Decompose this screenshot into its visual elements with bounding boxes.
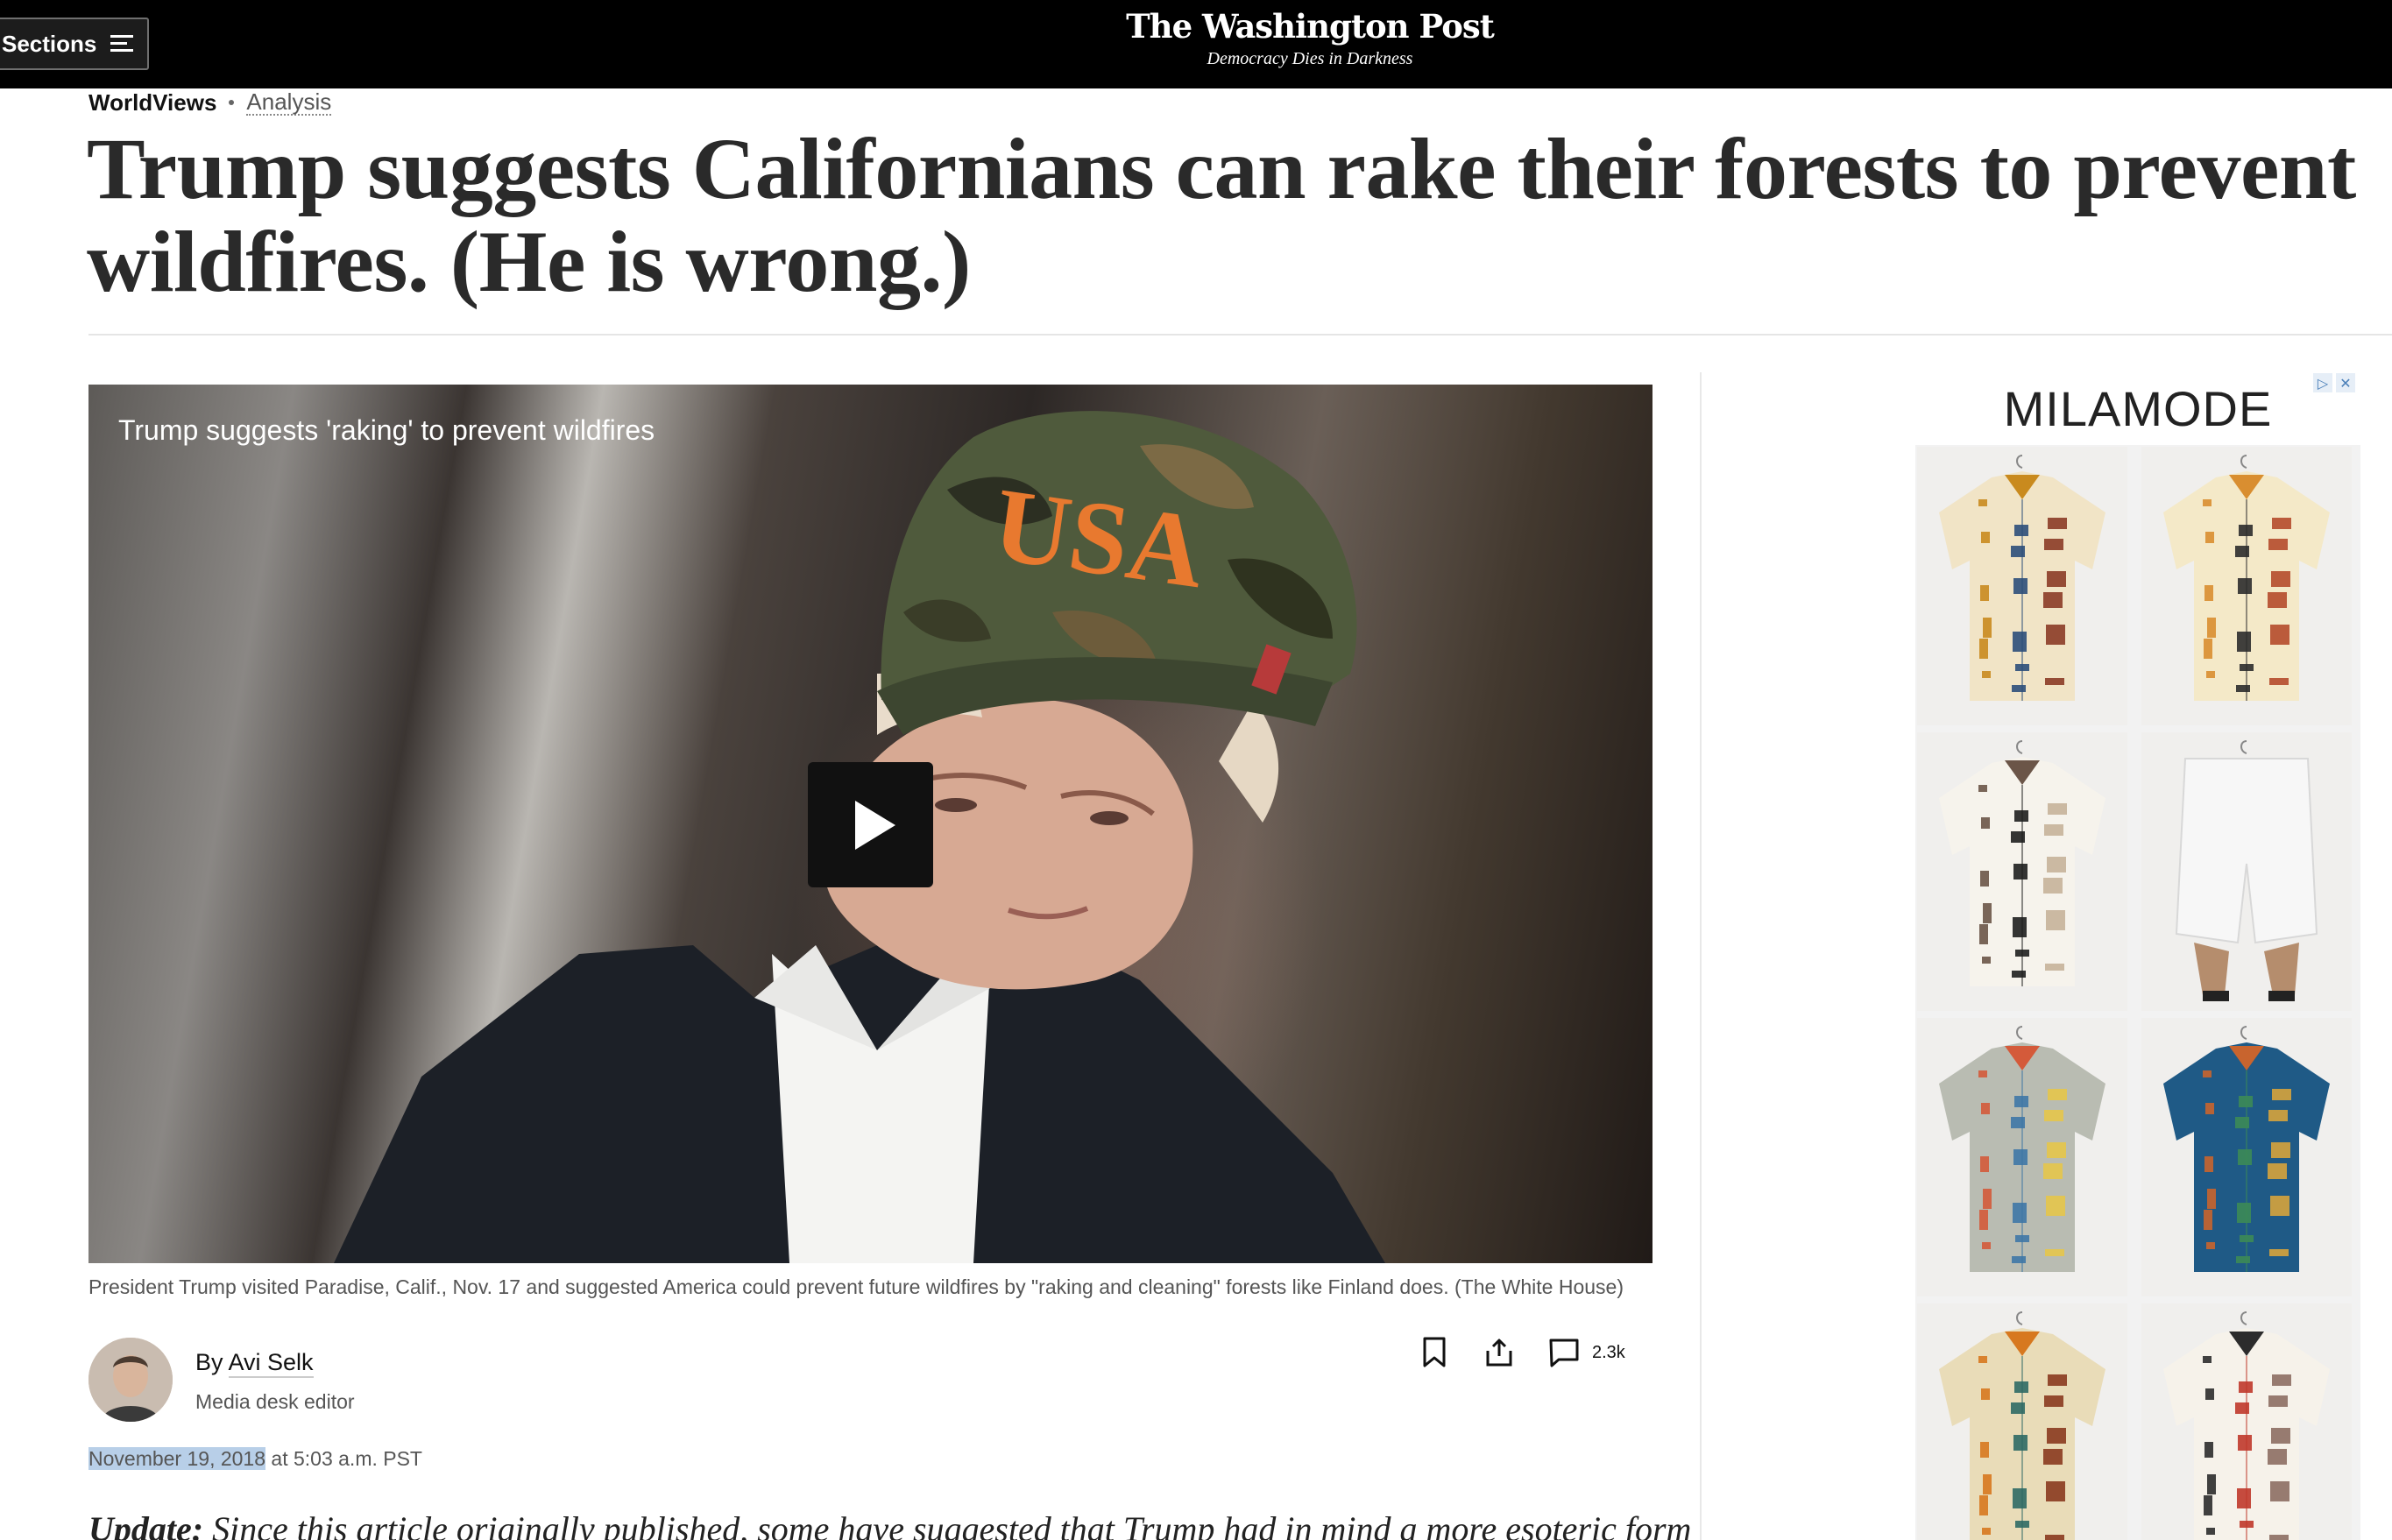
- ad-header: MILAMODE ▷ ✕: [1915, 371, 2360, 445]
- publish-date: November 19, 2018: [88, 1447, 266, 1470]
- masthead-title: The Washington Post: [1126, 7, 1495, 46]
- article-headline: Trump suggests Californians can rake the…: [87, 120, 2356, 310]
- author-name-link[interactable]: Avi Selk: [228, 1349, 314, 1378]
- comment-count[interactable]: 2.3k: [1592, 1343, 1625, 1363]
- kicker-separator-dot: [229, 100, 235, 105]
- top-navigation-bar: Sections The Washington Post Democracy D…: [0, 0, 2392, 88]
- ad-tile-shirt-stripe[interactable]: [1917, 732, 2127, 1011]
- ad-tile-shirt-fish[interactable]: [1917, 1018, 2127, 1296]
- product-image: [2163, 455, 2330, 701]
- kicker-section-link[interactable]: WorldViews: [88, 89, 216, 117]
- bookmark-button[interactable]: [1415, 1333, 1454, 1372]
- ad-tile-shirt-retro[interactable]: [1917, 1303, 2127, 1540]
- publish-dateline: November 19, 2018 at 5:03 a.m. PST: [88, 1447, 422, 1471]
- ad-choices: ▷ ✕: [2313, 373, 2355, 392]
- video-player[interactable]: USA Trump suggests 'raking' to prevent w…: [88, 385, 1652, 1263]
- product-image: [1939, 740, 2105, 986]
- article-actions: 2.3k: [1415, 1333, 1625, 1372]
- product-image: [1939, 1311, 2105, 1540]
- sections-label: Sections: [2, 30, 97, 57]
- update-label: Update:: [88, 1509, 204, 1540]
- publish-time: at 5:03 a.m. PST: [265, 1447, 422, 1470]
- update-text: Since this article originally published,…: [203, 1509, 1692, 1540]
- comment-icon: [1549, 1339, 1579, 1367]
- ad-tile-shorts-white[interactable]: [2141, 732, 2352, 1011]
- author-avatar[interactable]: [88, 1338, 173, 1422]
- ad-tile-shirt-cocktail[interactable]: [2141, 447, 2352, 725]
- bookmark-icon: [1423, 1337, 1446, 1367]
- product-image: [1939, 1026, 2105, 1272]
- comments-button[interactable]: [1545, 1333, 1583, 1372]
- product-image: [2163, 1026, 2330, 1272]
- ad-tile-shirt-vertical-stripes[interactable]: [2141, 1018, 2352, 1296]
- masthead-logo[interactable]: The Washington Post Democracy Dies in Da…: [1091, 7, 1529, 69]
- play-button[interactable]: [808, 762, 933, 887]
- video-caption: President Trump visited Paradise, Calif.…: [88, 1275, 1624, 1298]
- share-icon: [1486, 1339, 1512, 1367]
- byline: By Avi Selk: [195, 1349, 314, 1378]
- headline-divider: [88, 334, 2392, 336]
- author-title: Media desk editor: [195, 1390, 355, 1413]
- ad-tile-shirt-geometric[interactable]: [1917, 447, 2127, 725]
- hamburger-menu-icon: [110, 35, 134, 53]
- ad-brand-name: MILAMODE: [2003, 380, 2273, 436]
- adchoices-icon[interactable]: ▷: [2313, 373, 2332, 392]
- sections-menu-button[interactable]: Sections: [0, 18, 149, 70]
- play-icon: [854, 800, 895, 850]
- product-image: [1939, 455, 2105, 701]
- article-update-paragraph: Update: Since this article originally pu…: [88, 1508, 1691, 1540]
- ad-tile-shirt-pattern[interactable]: [2141, 1303, 2352, 1540]
- video-title: Trump suggests 'raking' to prevent wildf…: [118, 414, 655, 446]
- product-image: [2163, 1311, 2330, 1540]
- kicker-analysis-label[interactable]: Analysis: [246, 89, 332, 116]
- byline-by: By: [195, 1349, 223, 1375]
- article-kicker: WorldViews Analysis: [88, 88, 332, 117]
- advertisement[interactable]: MILAMODE ▷ ✕: [1915, 371, 2360, 1540]
- ad-close-icon[interactable]: ✕: [2336, 373, 2355, 392]
- product-image: [2175, 740, 2318, 1001]
- right-rail-divider: [1700, 372, 1702, 1540]
- share-button[interactable]: [1480, 1333, 1518, 1372]
- masthead-tagline: Democracy Dies in Darkness: [1207, 49, 1413, 68]
